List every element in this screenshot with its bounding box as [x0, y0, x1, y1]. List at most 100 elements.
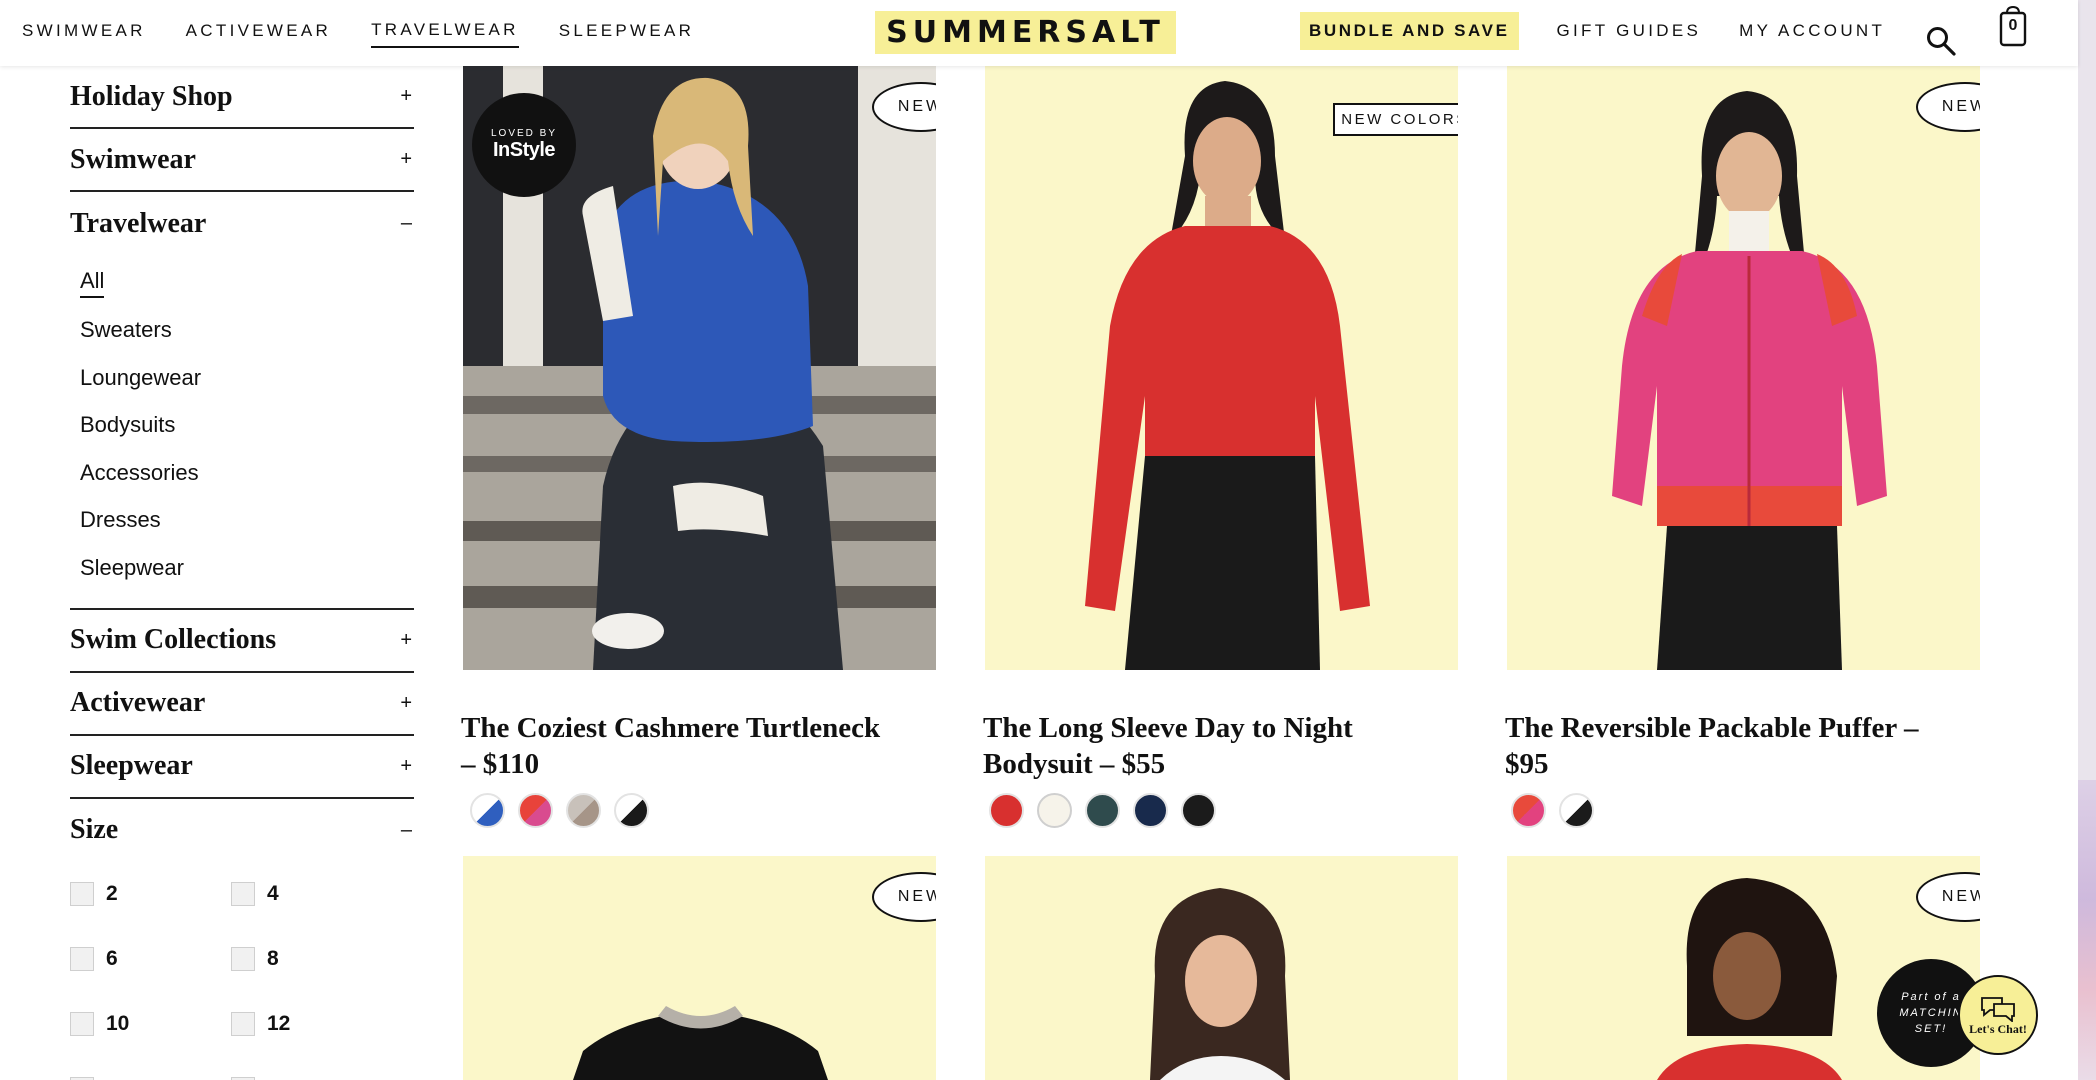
product-title-line[interactable]: The Coziest Cashmere Turtleneck [461, 712, 880, 744]
expand-icon[interactable]: + [400, 755, 412, 778]
facet-holiday-shop[interactable]: Holiday Shop + [70, 66, 414, 129]
product-image[interactable] [985, 856, 1458, 1080]
facet-swim-collections[interactable]: Swim Collections + [70, 610, 414, 673]
size-option-10[interactable]: 10 [70, 1008, 231, 1040]
size-option-6[interactable]: 6 [70, 943, 231, 975]
size-option-16[interactable]: 16 [231, 1073, 392, 1080]
color-swatch[interactable] [989, 793, 1024, 828]
product-image[interactable]: NEW COLORS [985, 66, 1458, 670]
size-label: 2 [106, 881, 118, 905]
site-header: SWIMWEAR ACTIVEWEAR TRAVELWEAR SLEEPWEAR… [0, 0, 2078, 66]
site-logo[interactable]: SUMMERSALT [875, 11, 1176, 54]
facet-sleepwear[interactable]: Sleepwear + [70, 736, 414, 799]
color-swatch[interactable] [1511, 793, 1546, 828]
size-checkbox[interactable] [231, 881, 255, 906]
facet-title: Holiday Shop [70, 80, 233, 112]
size-option-14[interactable]: 14 [70, 1073, 231, 1080]
nav-bundle-and-save[interactable]: BUNDLE AND SAVE [1300, 12, 1519, 50]
filter-sidebar: Holiday Shop + Swimwear + Travelwear – A… [70, 66, 414, 1080]
size-label: 12 [267, 1011, 291, 1035]
product-title-line[interactable]: – $110 [461, 748, 539, 780]
color-swatch[interactable] [614, 793, 649, 828]
size-label: 6 [106, 946, 118, 970]
travelwear-subcategories: All Sweaters Loungewear Bodysuits Access… [70, 255, 414, 610]
color-swatch[interactable] [1181, 793, 1216, 828]
subcategory-dresses[interactable]: Dresses [80, 497, 414, 545]
expand-icon[interactable]: + [400, 148, 412, 171]
primary-nav-right: BUNDLE AND SAVE GIFT GUIDES MY ACCOUNT [1300, 0, 1885, 62]
new-colors-badge: NEW COLORS [1333, 103, 1458, 136]
subcategory-label[interactable]: All [80, 268, 105, 298]
facet-title: Travelwear [70, 207, 207, 239]
model-photo-illustration [1085, 81, 1370, 670]
nav-travelwear[interactable]: TRAVELWEAR [371, 14, 519, 48]
product-title[interactable]: The Long Sleeve Day to Night Bodysuit – … [983, 710, 1463, 782]
color-swatch[interactable] [470, 793, 505, 828]
bag-count: 0 [2008, 17, 2018, 34]
expand-icon[interactable]: + [400, 629, 412, 652]
product-image[interactable]: NEW [1507, 66, 1980, 670]
chat-label: Let's Chat! [1969, 1021, 2027, 1036]
size-option-2[interactable]: 2 [70, 878, 231, 910]
subcategory-sweaters[interactable]: Sweaters [80, 307, 414, 355]
shopping-bag-icon[interactable]: 0 [1998, 5, 2028, 47]
product-image[interactable]: NEW [463, 856, 936, 1080]
nav-activewear[interactable]: ACTIVEWEAR [186, 15, 331, 47]
badge-text: InStyle [492, 139, 556, 161]
chat-button[interactable]: Let's Chat! [1958, 975, 2038, 1055]
color-swatch[interactable] [1559, 793, 1594, 828]
nav-gift-guides[interactable]: GIFT GUIDES [1557, 15, 1702, 47]
nav-sleepwear[interactable]: SLEEPWEAR [559, 15, 695, 47]
nav-swimwear[interactable]: SWIMWEAR [22, 15, 146, 47]
product-image[interactable]: LOVED BY InStyle NEW [463, 66, 936, 670]
color-swatch[interactable] [1037, 793, 1072, 828]
badge-text: SET! [1914, 1023, 1948, 1035]
collapse-icon[interactable]: – [401, 819, 412, 842]
badge-text: MATCHIN [1899, 1007, 1963, 1019]
product-title-line[interactable]: Bodysuit – $55 [983, 748, 1165, 780]
size-option-4[interactable]: 4 [231, 878, 392, 910]
product-title[interactable]: The Coziest Cashmere Turtleneck – $110 [461, 710, 941, 782]
subcategory-loungewear[interactable]: Loungewear [80, 354, 414, 402]
color-swatch[interactable] [518, 793, 553, 828]
size-checkbox[interactable] [70, 1076, 94, 1080]
scrollbar-background-art [2078, 780, 2096, 1080]
product-title[interactable]: The Reversible Packable Puffer – $95 [1505, 710, 1985, 782]
chat-bubbles-icon [1981, 996, 2015, 1022]
size-label: 14 [106, 1077, 129, 1080]
nav-my-account[interactable]: MY ACCOUNT [1739, 15, 1885, 47]
facet-travelwear[interactable]: Travelwear – [70, 192, 414, 255]
size-label: 10 [106, 1011, 130, 1035]
product-title-line[interactable]: The Long Sleeve Day to Night [983, 712, 1353, 744]
product-title-line[interactable]: The Reversible Packable Puffer – [1505, 712, 1918, 744]
color-swatches [989, 793, 1216, 828]
color-swatch[interactable] [1133, 793, 1168, 828]
facet-swimwear[interactable]: Swimwear + [70, 129, 414, 192]
facet-activewear[interactable]: Activewear + [70, 673, 414, 736]
subcategory-bodysuits[interactable]: Bodysuits [80, 402, 414, 450]
size-option-12[interactable]: 12 [231, 1008, 392, 1040]
size-label: 16 [267, 1077, 290, 1080]
size-checkbox[interactable] [231, 1011, 255, 1036]
color-swatch[interactable] [1085, 793, 1120, 828]
subcategory-accessories[interactable]: Accessories [80, 449, 414, 497]
size-checkbox[interactable] [70, 946, 94, 971]
size-checkbox[interactable] [231, 1076, 255, 1080]
expand-icon[interactable]: + [400, 692, 412, 715]
size-checkbox[interactable] [70, 1011, 94, 1036]
collapse-icon[interactable]: – [401, 212, 412, 235]
subcategory-sleepwear[interactable]: Sleepwear [80, 544, 414, 592]
expand-icon[interactable]: + [400, 85, 412, 108]
size-checkbox[interactable] [231, 946, 255, 971]
size-options: 2 4 6 8 10 12 14 16 [70, 862, 414, 1080]
product-title-line[interactable]: $95 [1505, 748, 1549, 780]
model-photo-illustration [1150, 888, 1290, 1080]
subcategory-all[interactable]: All [80, 259, 414, 307]
search-icon[interactable] [1925, 25, 1957, 57]
size-checkbox[interactable] [70, 881, 94, 906]
facet-size[interactable]: Size – [70, 799, 414, 862]
size-option-8[interactable]: 8 [231, 943, 392, 975]
color-swatch[interactable] [566, 793, 601, 828]
facet-title: Activewear [70, 687, 206, 718]
facet-title: Size [70, 814, 119, 845]
